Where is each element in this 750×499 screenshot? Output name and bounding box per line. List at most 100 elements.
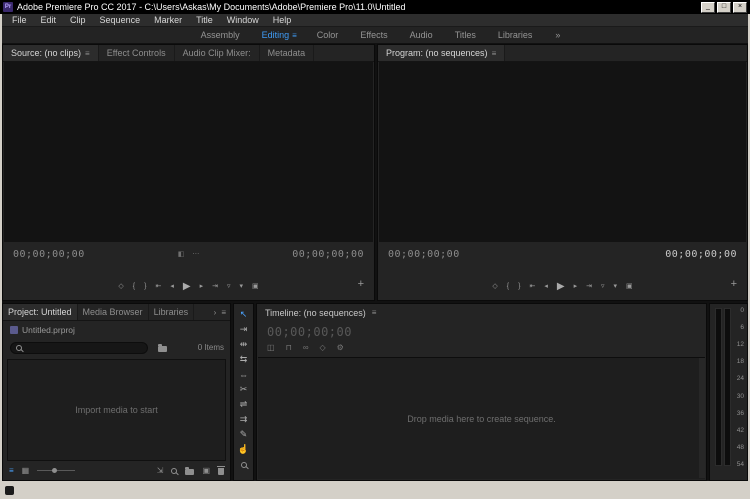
tab-audio-clip-mixer[interactable]: Audio Clip Mixer: <box>175 45 260 61</box>
go-to-out-icon[interactable]: ⇥ <box>586 282 592 292</box>
source-button-editor-icon[interactable]: + <box>358 278 364 290</box>
source-current-timecode[interactable]: 00;00;00;00 <box>13 249 85 260</box>
audio-meter-scale: 0 6 12 18 24 30 36 42 48 54 <box>737 307 744 468</box>
slide-tool[interactable]: ⇉ <box>236 413 251 426</box>
step-forward-icon[interactable]: ▸ <box>200 282 204 292</box>
mark-in-icon[interactable]: { <box>133 282 135 292</box>
source-playback-resolution-icon[interactable]: ⋯ <box>192 250 199 258</box>
timeline-timecode[interactable]: 00;00;00;00 <box>267 325 352 339</box>
source-panel-menu-icon[interactable]: ≡ <box>85 49 90 58</box>
nest-toggle-icon[interactable]: ◫ <box>267 343 275 352</box>
track-select-forward-tool[interactable]: ⇥ <box>236 323 251 336</box>
new-item-icon[interactable]: ▣ <box>202 466 210 476</box>
tab-source[interactable]: Source: (no clips) ≡ <box>3 45 99 61</box>
workspace-overflow-icon[interactable]: » <box>555 30 560 40</box>
menu-marker[interactable]: Marker <box>147 15 189 25</box>
insert-icon[interactable]: ▿ <box>227 282 231 292</box>
thumbnail-zoom-slider[interactable] <box>37 470 75 471</box>
mark-in-icon[interactable]: { <box>507 282 509 292</box>
selection-tool[interactable]: ↖ <box>236 308 251 321</box>
pen-tool[interactable]: ✎ <box>236 428 251 441</box>
play-icon[interactable]: ▶ <box>183 282 191 292</box>
program-button-editor-icon[interactable]: + <box>731 278 737 290</box>
razor-tool[interactable]: ✂ <box>236 383 251 396</box>
timeline-panel-menu-icon[interactable]: ≡ <box>372 308 377 317</box>
rate-stretch-tool[interactable]: ⇔ <box>236 368 251 381</box>
program-panel-menu-icon[interactable]: ≡ <box>492 49 497 58</box>
new-search-bin-icon[interactable] <box>158 346 167 352</box>
meter-scale-label: 54 <box>737 461 744 468</box>
go-to-in-icon[interactable]: ⇤ <box>155 282 161 292</box>
project-tabs-overflow-icon[interactable]: › <box>214 308 217 317</box>
menu-help[interactable]: Help <box>266 15 299 25</box>
menu-clip[interactable]: Clip <box>63 15 93 25</box>
menu-edit[interactable]: Edit <box>34 15 64 25</box>
workspace-tab-libraries[interactable]: Libraries <box>487 30 544 40</box>
menu-window[interactable]: Window <box>220 15 266 25</box>
workspace-tab-assembly[interactable]: Assembly <box>190 30 251 40</box>
extract-icon[interactable]: ▾ <box>613 282 617 292</box>
go-to-out-icon[interactable]: ⇥ <box>212 282 218 292</box>
meter-scale-label: 12 <box>737 341 744 348</box>
rolling-edit-tool[interactable]: ⇆ <box>236 353 251 366</box>
list-view-icon[interactable]: ≡ <box>9 466 14 476</box>
step-back-icon[interactable]: ◂ <box>170 282 174 292</box>
step-back-icon[interactable]: ◂ <box>544 282 548 292</box>
tab-metadata[interactable]: Metadata <box>260 45 315 61</box>
icon-view-icon[interactable]: ▦ <box>22 466 30 476</box>
project-file-row[interactable]: Untitled.prproj <box>10 325 75 335</box>
timeline-drop-area[interactable]: Drop media here to create sequence. <box>258 357 705 479</box>
lift-icon[interactable]: ▿ <box>601 282 605 292</box>
audio-meter-bars[interactable] <box>715 308 731 466</box>
tab-project[interactable]: Project: Untitled <box>3 304 78 320</box>
zoom-tool[interactable] <box>236 458 251 471</box>
mark-out-icon[interactable]: } <box>518 282 520 292</box>
add-marker-icon[interactable]: ◇ <box>320 343 326 352</box>
find-icon[interactable] <box>171 468 177 474</box>
add-marker-icon[interactable]: ◇ <box>118 282 123 292</box>
search-input[interactable] <box>10 342 148 354</box>
maximize-button[interactable]: □ <box>717 2 731 13</box>
overwrite-icon[interactable]: ▾ <box>239 282 243 292</box>
minimize-button[interactable]: _ <box>701 2 715 13</box>
timeline-settings-wrench-icon[interactable]: ⚙ <box>337 343 344 352</box>
project-item-list[interactable]: Import media to start <box>7 359 226 461</box>
export-frame-icon[interactable]: ▣ <box>626 282 633 292</box>
snap-icon[interactable]: ⊓ <box>286 343 292 352</box>
workspace-tab-effects[interactable]: Effects <box>349 30 398 40</box>
go-to-in-icon[interactable]: ⇤ <box>529 282 535 292</box>
program-current-timecode[interactable]: 00;00;00;00 <box>388 249 460 260</box>
step-forward-icon[interactable]: ▸ <box>574 282 578 292</box>
clear-trash-icon[interactable] <box>218 468 224 475</box>
workspace-tab-editing[interactable]: Editing <box>251 30 293 40</box>
menu-sequence[interactable]: Sequence <box>93 15 148 25</box>
ripple-edit-tool[interactable]: ⇹ <box>236 338 251 351</box>
mark-out-icon[interactable]: } <box>144 282 146 292</box>
menu-title[interactable]: Title <box>189 15 220 25</box>
linked-selection-icon[interactable]: ∞ <box>303 343 309 352</box>
source-zoom-level-icon[interactable]: ◧ <box>178 250 185 258</box>
tab-program[interactable]: Program: (no sequences) ≡ <box>378 45 505 61</box>
play-icon[interactable]: ▶ <box>557 282 565 292</box>
timeline-empty-text: Drop media here to create sequence. <box>407 414 556 424</box>
tab-media-browser[interactable]: Media Browser <box>78 304 149 320</box>
slip-tool[interactable]: ⇌ <box>236 398 251 411</box>
workspace-menu-icon[interactable]: ≡ <box>292 31 306 40</box>
menu-file[interactable]: File <box>5 15 34 25</box>
workspace-tab-titles[interactable]: Titles <box>444 30 487 40</box>
export-frame-icon[interactable]: ▣ <box>252 282 259 292</box>
timeline-vertical-scrollbar[interactable] <box>699 358 705 478</box>
meter-scale-label: 24 <box>737 375 744 382</box>
workspace-tab-color[interactable]: Color <box>306 30 350 40</box>
tab-effect-controls[interactable]: Effect Controls <box>99 45 175 61</box>
automate-to-sequence-icon[interactable]: ⇲ <box>157 466 164 476</box>
hand-tool[interactable]: ☝ <box>236 443 251 456</box>
project-panel-menu-icon[interactable]: ≡ <box>221 308 226 317</box>
close-button[interactable]: × <box>733 2 747 13</box>
add-marker-icon[interactable]: ◇ <box>492 282 497 292</box>
tab-libraries[interactable]: Libraries <box>149 304 195 320</box>
window-frame-bottom <box>0 481 750 499</box>
workspace-tab-audio[interactable]: Audio <box>399 30 444 40</box>
timeline-panel-header[interactable]: Timeline: (no sequences) ≡ <box>257 304 706 321</box>
new-bin-icon[interactable] <box>185 469 194 475</box>
